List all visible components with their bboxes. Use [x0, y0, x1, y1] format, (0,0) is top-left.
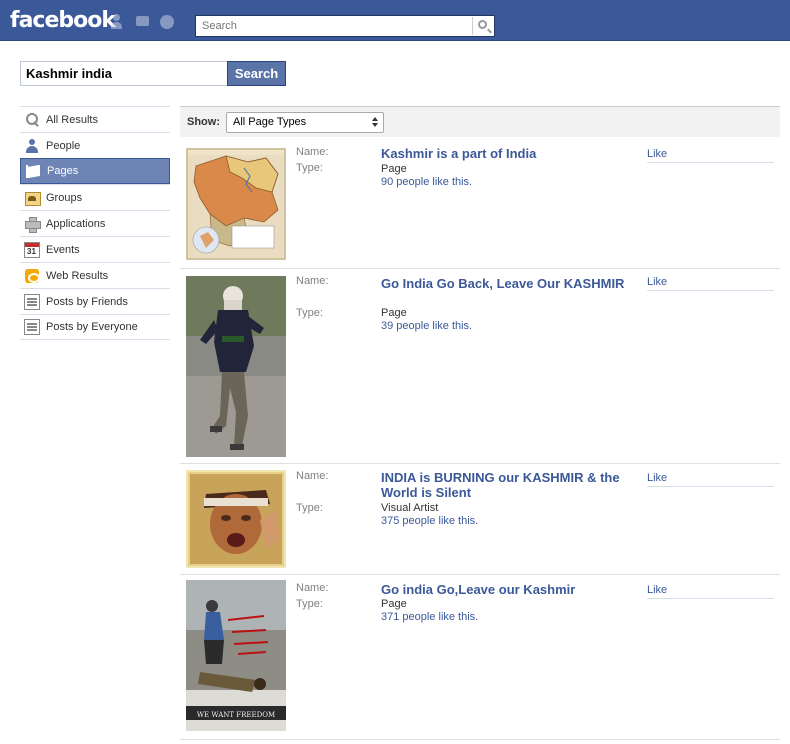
select-arrows-icon — [369, 115, 381, 130]
result-thumbnail[interactable] — [186, 276, 286, 457]
nav-item-applications[interactable]: Applications — [20, 210, 170, 236]
filter-bar: Show: All Page Types — [180, 106, 780, 137]
name-label: Name: — [296, 146, 329, 158]
facebook-logo[interactable]: facebook — [10, 8, 116, 33]
nav-item-pages[interactable]: Pages — [20, 158, 170, 184]
nav-item-label: Pages — [47, 165, 79, 177]
result-likes: 90 people like this. — [381, 176, 473, 188]
groups-icon — [24, 190, 41, 206]
nav-item-label: Events — [46, 243, 80, 256]
top-search-box — [195, 15, 495, 37]
nav-item-label: Groups — [46, 191, 83, 204]
web-icon — [24, 268, 40, 284]
like-link[interactable]: Like — [647, 148, 774, 163]
running-protester-image — [186, 276, 286, 457]
result-row: Name: Type: Go India Go Back, Leave Our … — [180, 269, 780, 464]
result-title-link[interactable]: Kashmir is a part of India — [381, 146, 641, 161]
nav-item-label: People — [46, 139, 81, 152]
search-icon — [478, 20, 487, 29]
messages-icon[interactable] — [134, 14, 152, 30]
nav-item-all-results[interactable]: All Results — [20, 106, 170, 132]
nav-item-label: Applications — [46, 217, 106, 230]
poster-caption: WE WANT FREEDOM — [197, 711, 275, 719]
result-likes: 39 people like this. — [381, 320, 473, 332]
friend-requests-icon[interactable] — [110, 14, 128, 30]
name-label: Name: — [296, 470, 329, 482]
protest-poster-image: WE WANT FREEDOM — [186, 580, 286, 731]
result-thumbnail[interactable] — [186, 148, 286, 260]
type-label: Type: — [296, 598, 323, 610]
result-likes: 375 people like this. — [381, 515, 479, 527]
posts-icon — [24, 293, 40, 310]
notification-jewels — [110, 14, 176, 30]
result-row: WE WANT FREEDOM Name: Type: Go india Go,… — [180, 575, 780, 740]
search-filter-nav: All Results People Pages Groups Applicat… — [20, 106, 170, 340]
type-label: Type: — [296, 502, 323, 514]
nav-item-people[interactable]: People — [20, 132, 170, 158]
crying-woman-image — [186, 470, 286, 568]
result-type: Visual Artist — [381, 502, 439, 514]
name-label: Name: — [296, 275, 329, 287]
nav-item-posts-by-friends[interactable]: Posts by Friends — [20, 288, 170, 314]
type-label: Type: — [296, 162, 323, 174]
result-type: Page — [381, 307, 407, 319]
person-icon — [24, 138, 40, 154]
main-search: Search — [20, 61, 286, 86]
notifications-globe-icon[interactable] — [158, 14, 176, 30]
flag-icon — [25, 163, 41, 179]
name-label: Name: — [296, 582, 329, 594]
main-search-button[interactable]: Search — [227, 61, 286, 86]
magnifier-icon — [24, 112, 40, 128]
like-link[interactable]: Like — [647, 584, 774, 599]
nav-item-label: Web Results — [46, 269, 109, 282]
result-type: Page — [381, 598, 407, 610]
result-title-link[interactable]: Go india Go,Leave our Kashmir — [381, 582, 641, 597]
nav-item-web-results[interactable]: Web Results — [20, 262, 170, 288]
nav-item-groups[interactable]: Groups — [20, 184, 170, 210]
applications-icon — [24, 216, 41, 233]
top-bar: facebook — [0, 0, 790, 41]
nav-item-label: Posts by Everyone — [46, 321, 138, 333]
page-type-select[interactable]: All Page Types — [226, 111, 384, 133]
result-row: Name: Type: INDIA is BURNING our KASHMIR… — [180, 464, 780, 575]
result-thumbnail[interactable] — [186, 470, 286, 568]
nav-item-label: All Results — [46, 113, 98, 126]
result-row: Name: Type: Kashmir is a part of India P… — [180, 137, 780, 269]
type-label: Type: — [296, 307, 323, 319]
result-thumbnail[interactable]: WE WANT FREEDOM — [186, 580, 286, 731]
nav-item-posts-by-everyone[interactable]: Posts by Everyone — [20, 314, 170, 340]
result-title-link[interactable]: INDIA is BURNING our KASHMIR & the World… — [381, 470, 641, 500]
result-likes: 371 people like this. — [381, 611, 479, 623]
top-search-input[interactable] — [196, 17, 472, 35]
page-type-selected: All Page Types — [233, 116, 307, 128]
nav-item-events[interactable]: Events — [20, 236, 170, 262]
map-of-kashmir-image — [186, 148, 286, 260]
results-panel: Show: All Page Types Name: Type: Kashmir — [180, 106, 780, 740]
result-type: Page — [381, 163, 407, 175]
result-title-link[interactable]: Go India Go Back, Leave Our KASHMIR — [381, 276, 641, 291]
like-link[interactable]: Like — [647, 472, 774, 487]
calendar-icon — [24, 241, 40, 258]
main-search-input[interactable] — [20, 61, 227, 86]
like-link[interactable]: Like — [647, 276, 774, 291]
nav-item-label: Posts by Friends — [46, 295, 128, 308]
show-label: Show: — [187, 116, 220, 128]
posts-icon — [24, 319, 40, 335]
top-search-button[interactable] — [472, 17, 494, 35]
